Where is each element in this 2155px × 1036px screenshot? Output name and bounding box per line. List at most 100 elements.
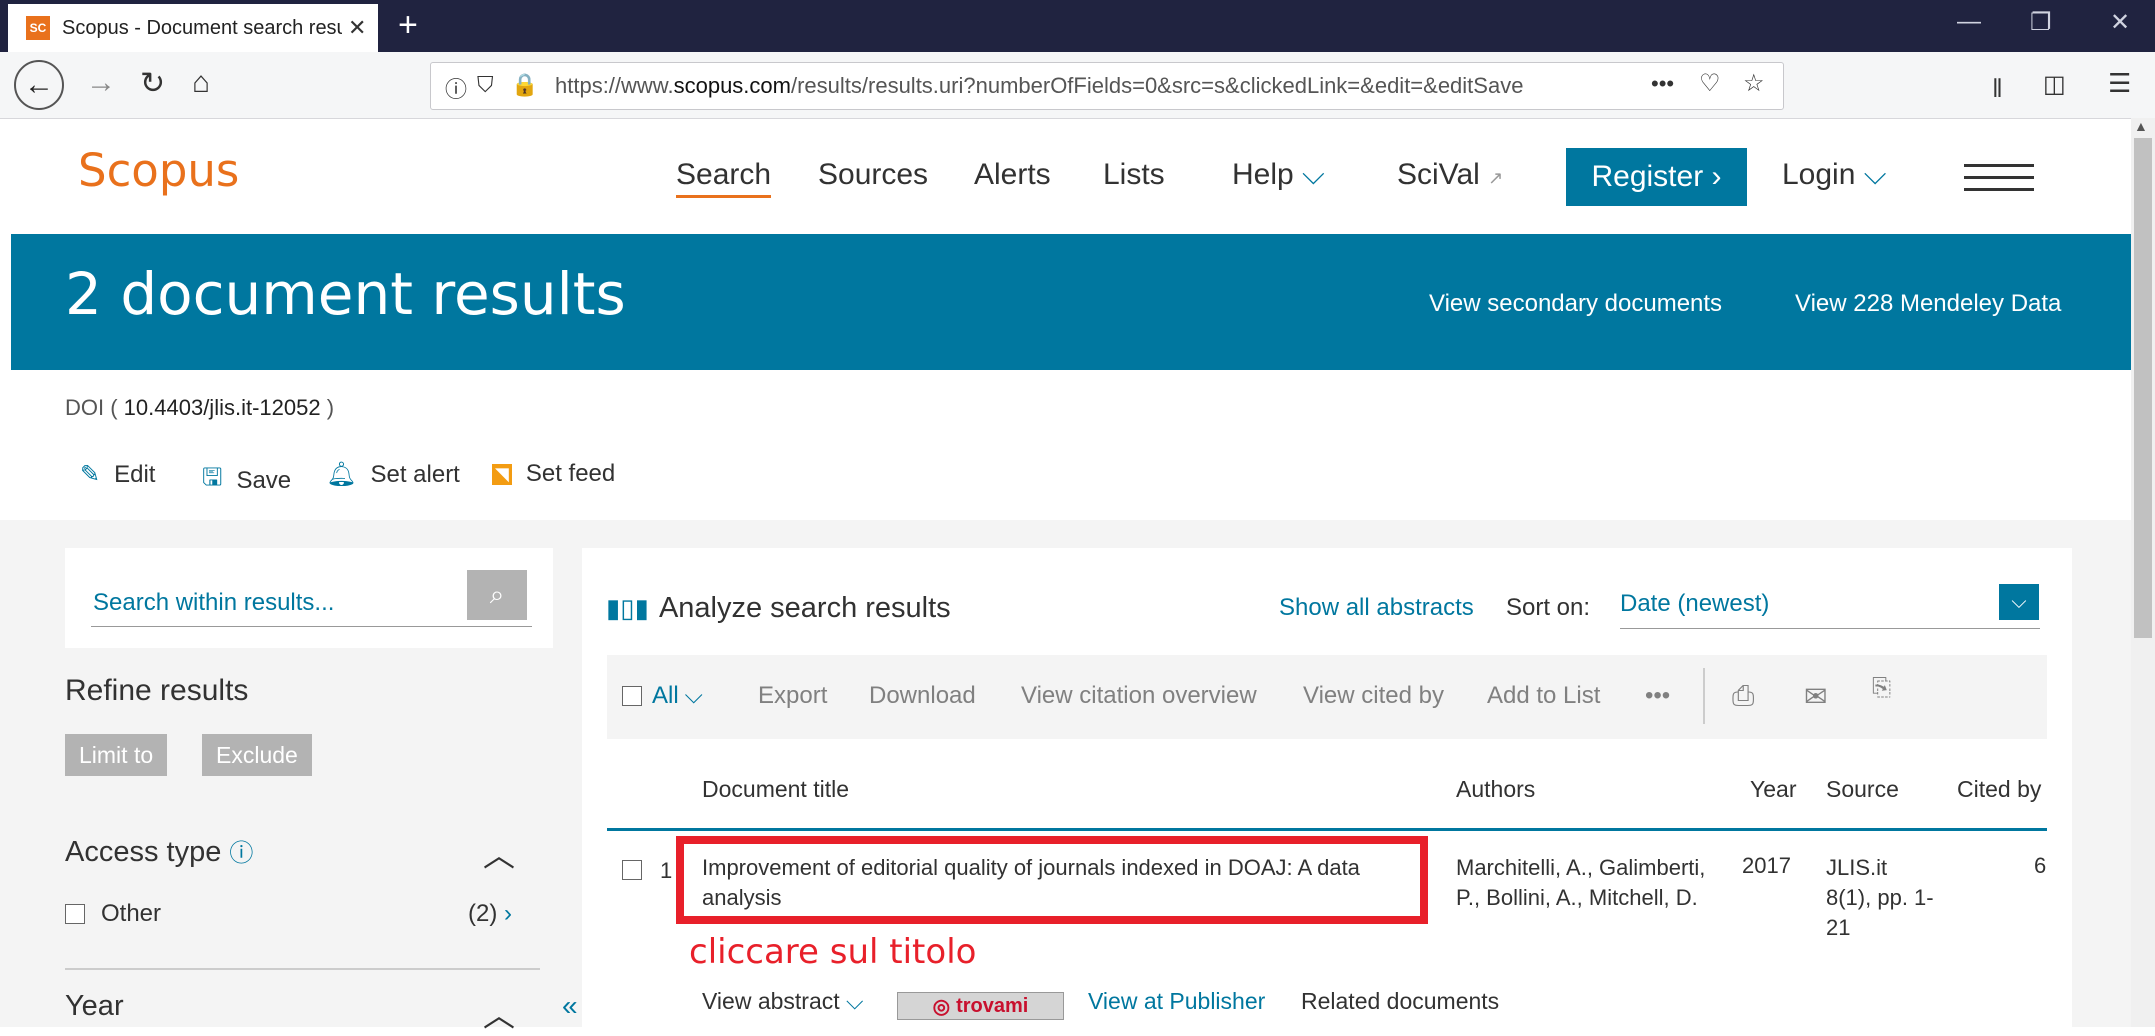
related-documents-link[interactable]: Related documents [1301,988,1499,1015]
browser-menu-icon[interactable]: ☰ [2108,68,2131,99]
pocket-icon[interactable]: ♡ [1699,69,1721,98]
page-title: 2 document results [65,260,626,328]
access-type-label: Access type [65,836,222,868]
pencil-icon: ✎ [80,461,101,488]
forward-arrow-icon[interactable]: → [86,66,116,100]
table-header-rule [607,828,2047,831]
bookmark-star-icon[interactable]: ☆ [1743,69,1765,98]
print-icon[interactable]: ⎙ [1732,680,1754,713]
view-mendeley-data-link[interactable]: View 228 Mendeley Data [1795,290,2061,318]
view-citation-overview-button[interactable]: View citation overview [1021,682,1257,710]
other-checkbox[interactable] [65,904,85,924]
column-authors[interactable]: Authors [1456,776,1535,803]
url-text[interactable]: https://www.scopus.com/results/results.u… [555,73,1565,99]
add-to-list-button[interactable]: Add to List [1487,682,1600,710]
chevron-down-icon: ⌵ [1302,158,1325,191]
select-all[interactable]: All ⌵ [622,682,703,710]
filter-other[interactable]: Other [65,900,161,928]
chevron-right-icon[interactable]: › [504,900,512,927]
document-source[interactable]: JLIS.it 8(1), pp. 1-21 [1826,853,1936,943]
nav-alerts[interactable]: Alerts [974,158,1051,192]
exclude-button[interactable]: Exclude [202,734,312,776]
column-source[interactable]: Source [1826,776,1899,803]
nav-sources[interactable]: Sources [818,158,928,192]
chevron-down-icon: ⌵ [1863,158,1887,191]
save-button[interactable]: 🖫 Save [202,460,291,501]
scopus-logo[interactable]: Scopus [78,144,239,197]
email-icon[interactable]: ✉ [1804,680,1827,713]
view-at-publisher-link[interactable]: View at Publisher [1088,988,1265,1015]
show-all-abstracts-link[interactable]: Show all abstracts [1279,594,1474,622]
set-alert-button[interactable]: 🔔︎ Set alert [326,460,460,489]
chevron-down-icon: ⌵ [846,988,864,1014]
scroll-up-icon[interactable]: ▲ [2134,118,2148,134]
sort-select[interactable]: Date (newest) [1620,590,2040,629]
url-path: /results/results.uri?numberOfFields=0&sr… [790,73,1524,98]
nav-lists[interactable]: Lists [1103,158,1165,192]
nav-help[interactable]: Help ⌵ [1232,158,1325,192]
edit-button[interactable]: ✎ Edit [80,460,155,489]
login-label: Login [1782,158,1856,191]
select-all-checkbox[interactable] [622,686,642,706]
new-tab-button[interactable]: + [398,8,418,42]
limit-to-button[interactable]: Limit to [65,734,168,776]
reload-icon[interactable]: ↻ [140,66,165,101]
more-options-icon[interactable]: ••• [1645,682,1670,710]
chevron-down-icon[interactable]: ⌵ [1999,584,2039,620]
minimize-icon[interactable]: — [1957,8,1981,36]
column-document-title[interactable]: Document title [702,776,849,803]
column-cited-by[interactable]: Cited by [1957,776,2041,803]
document-authors[interactable]: Marchitelli, A., Galimberti, P., Bollini… [1456,853,1726,913]
access-type-heading: Access type ⓘ [65,833,253,869]
pdf-icon[interactable]: ⎘ [1872,674,1891,702]
home-icon[interactable]: ⌂ [192,66,210,100]
register-button[interactable]: Register › [1566,148,1747,206]
info-circle-icon[interactable]: ⓘ [229,840,253,867]
nav-scival[interactable]: SciVal ↗ [1397,158,1503,192]
document-cited-by[interactable]: 6 [2034,853,2046,879]
download-button[interactable]: Download [869,682,976,710]
tracking-shield-icon[interactable]: ⛉ [477,72,494,98]
scrollbar-thumb[interactable] [2134,138,2152,638]
search-icon[interactable]: ⌕ [467,570,527,620]
analyze-search-results-link[interactable]: ▮▯▮ Analyze search results [606,592,951,625]
refine-results-heading: Refine results [65,674,249,707]
chevron-down-icon[interactable]: ⌵ [685,682,703,710]
view-abstract-label: View abstract [702,988,840,1014]
trovami-button[interactable]: ◎ trovami [897,992,1064,1020]
library-icon[interactable]: 𝍪 [1993,70,2002,114]
bell-icon: 🔔︎ [326,461,357,488]
search-within-input[interactable] [91,580,532,627]
row-checkbox[interactable] [622,860,642,880]
nav-search[interactable]: Search [676,158,772,198]
column-year[interactable]: Year [1750,776,1796,803]
view-cited-by-button[interactable]: View cited by [1303,682,1444,710]
export-button[interactable]: Export [758,682,827,710]
insecure-lock-icon[interactable]: 🔒 [511,72,538,98]
view-abstract-toggle[interactable]: View abstract ⌵ [702,988,863,1015]
search-query: DOI ( 10.4403/jlis.it-12052 ) [65,395,334,421]
chevron-up-icon[interactable]: ︿ [483,830,515,876]
set-feed-button[interactable]: ◥ Set feed [492,460,615,488]
sidebar-icon[interactable]: ◫ [2043,70,2066,99]
collapse-sidebar-icon[interactable]: « [562,990,578,1022]
login-menu[interactable]: Login ⌵ [1782,158,1887,192]
page-actions-icon[interactable]: ••• [1651,71,1674,97]
window-close-icon[interactable]: ✕ [2110,8,2130,37]
info-icon[interactable]: ⓘ [445,72,467,104]
nav-search-label: Search [676,158,772,198]
other-label: Other [101,900,162,927]
tab-title: Scopus - Document search resu [62,16,342,39]
tab-close-icon[interactable]: ✕ [348,15,366,41]
back-arrow-icon[interactable]: ← [14,60,64,110]
hamburger-menu-icon[interactable] [1964,164,2034,200]
floppy-icon: 🖫 [202,464,223,491]
view-secondary-documents-link[interactable]: View secondary documents [1429,290,1722,318]
restore-icon[interactable]: ❐ [2030,8,2052,37]
annotation-text: cliccare sul titolo [689,932,977,972]
document-title-link[interactable]: Improvement of editorial quality of jour… [702,853,1414,913]
chevron-up-icon[interactable]: ︿ [483,990,515,1036]
url-bar[interactable]: ⓘ ⛉ 🔒 https://www.scopus.com/results/res… [430,62,1784,110]
browser-tab[interactable]: SC Scopus - Document search resu ✕ [8,4,378,52]
save-label: Save [236,466,292,494]
